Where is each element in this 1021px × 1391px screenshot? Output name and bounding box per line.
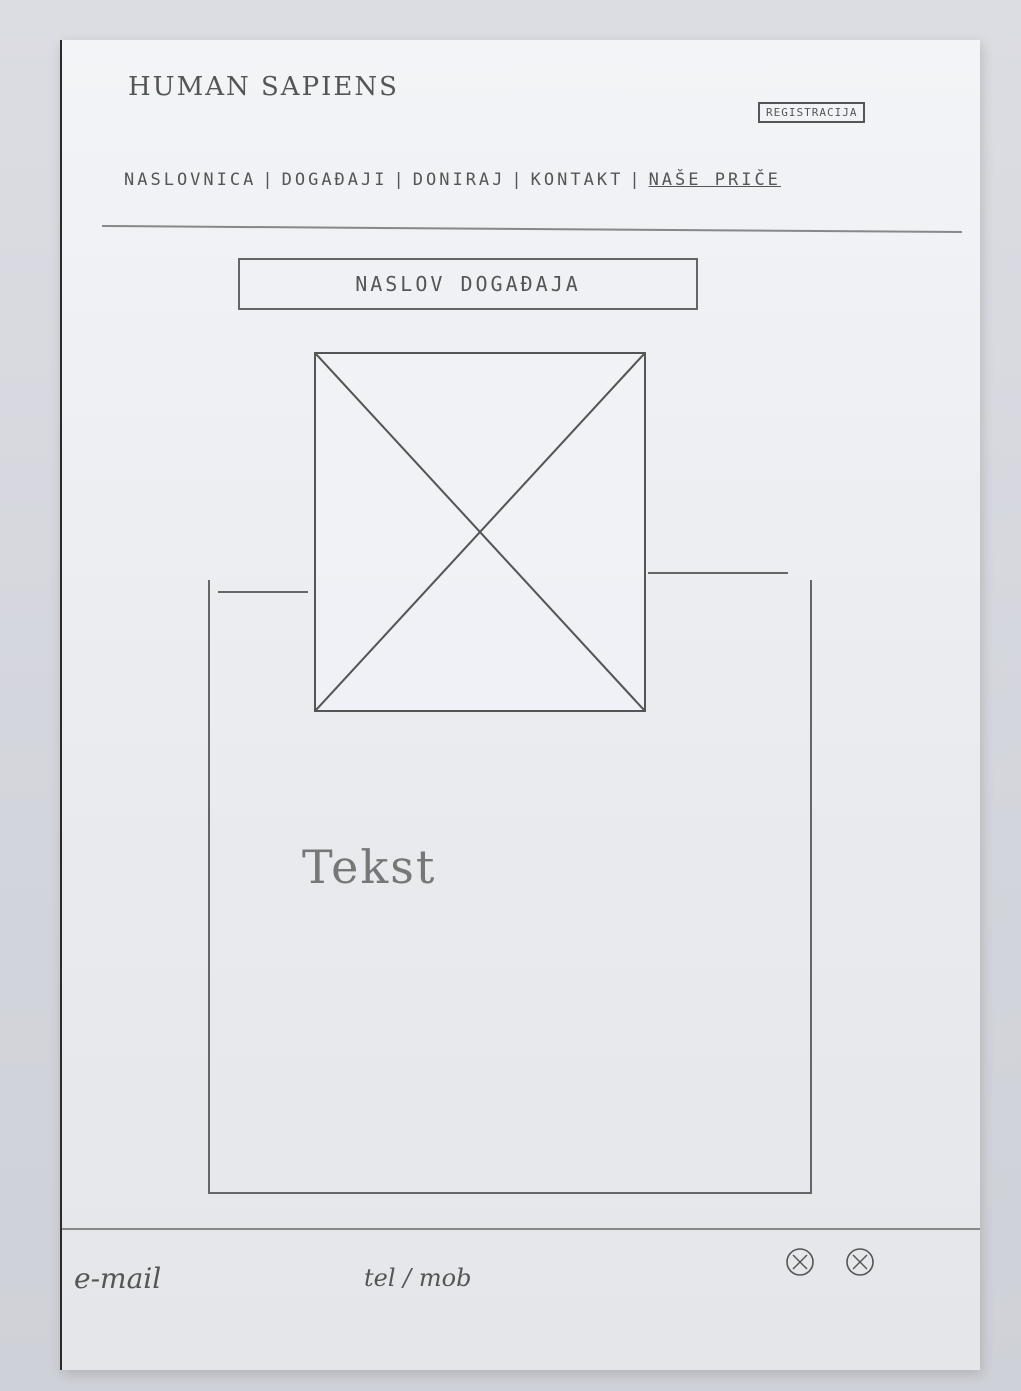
register-button[interactable]: REGISTRACIJA: [758, 102, 866, 123]
nav-item-dogadaji[interactable]: DOGAĐAJI: [280, 170, 390, 190]
nav-separator: |: [629, 170, 643, 190]
main-nav: NASLOVNICA | DOGAĐAJI | DONIRAJ | KONTAKT | NAŠE…: [122, 170, 783, 190]
event-title-box: NASLOV DOGAĐAJA: [238, 258, 698, 310]
social-icon[interactable]: [844, 1246, 876, 1278]
content-top-border: [218, 591, 308, 593]
nav-item-doniraj[interactable]: DONIRAJ: [411, 170, 508, 190]
site-logo[interactable]: HUMAN SAPIENS: [128, 72, 399, 102]
header-divider: [102, 224, 962, 234]
social-icon[interactable]: [784, 1246, 816, 1278]
nav-separator: |: [393, 170, 407, 190]
footer-divider: [62, 1228, 980, 1230]
nav-item-nase-price[interactable]: NAŠE PRIČE: [647, 170, 783, 190]
nav-separator: |: [511, 170, 525, 190]
nav-item-naslovnica[interactable]: NASLOVNICA: [122, 170, 258, 190]
footer-phone[interactable]: tel / mob: [364, 1264, 471, 1292]
event-body-text: Tekst: [302, 840, 437, 894]
nav-item-kontakt[interactable]: KONTAKT: [529, 170, 626, 190]
event-title: NASLOV DOGAĐAJA: [355, 272, 581, 296]
image-placeholder-icon: [314, 352, 646, 712]
content-top-border: [648, 572, 788, 574]
footer-email[interactable]: e-mail: [74, 1262, 161, 1295]
page: HUMAN SAPIENS REGISTRACIJA NASLOVNICA | DO…: [60, 40, 980, 1370]
nav-separator: |: [262, 170, 276, 190]
